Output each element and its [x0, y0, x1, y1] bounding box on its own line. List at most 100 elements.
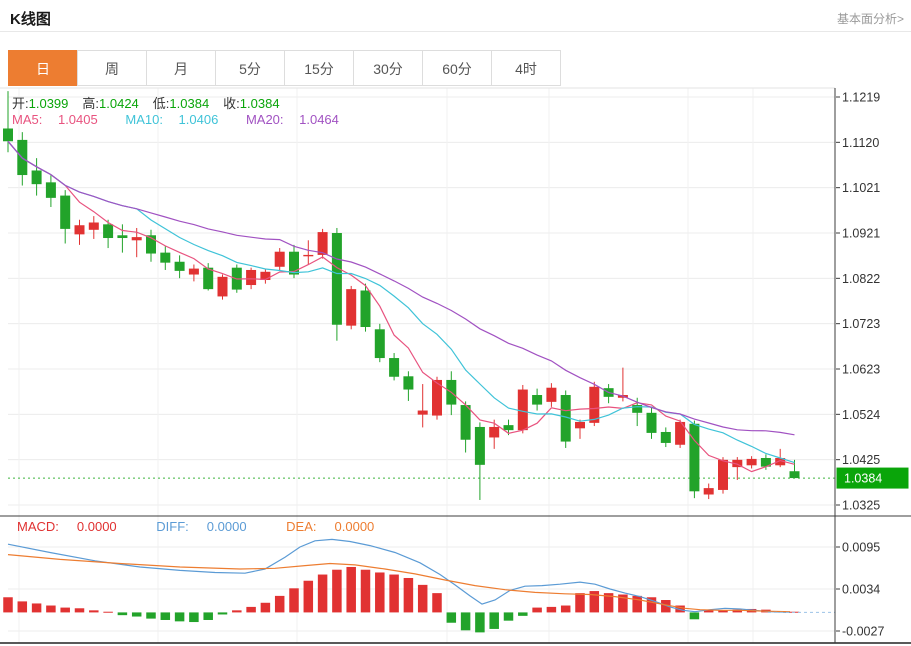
macd-bar	[161, 612, 171, 620]
macd-bar	[89, 610, 99, 612]
macd-bar	[461, 612, 471, 630]
candle-body	[418, 411, 428, 415]
candle-body	[275, 252, 285, 267]
y-axis-label: 1.1021	[842, 181, 880, 195]
candle-body	[489, 427, 499, 437]
candle-body	[518, 390, 528, 431]
macd-bar	[561, 606, 571, 613]
macd-bar	[504, 612, 514, 620]
macd-bar	[60, 608, 69, 613]
y-axis-label: 1.1120	[842, 136, 879, 150]
candle-body	[589, 387, 599, 423]
candle-body	[218, 277, 228, 297]
ohlc-legend: 开:1.0399高:1.0424低:1.0384收:1.0384	[12, 93, 294, 112]
close-value: 1.0384	[240, 96, 280, 111]
last-price-badge-text: 1.0384	[844, 472, 882, 486]
macd-bar	[547, 607, 557, 613]
macd-bar	[261, 603, 271, 613]
macd-value-legend: MACD:0.0000	[17, 519, 135, 534]
macd-bar	[375, 572, 385, 612]
macd-bar	[304, 581, 314, 613]
macd-bar	[318, 575, 328, 613]
macd-bar	[632, 596, 642, 613]
candle-body	[403, 376, 413, 389]
close-label: 收:	[223, 96, 240, 111]
macd-bar	[175, 612, 185, 621]
kline-panel: K线图 基本面分析> 日周月5分15分30分60分4时 1.12191.1120…	[0, 0, 911, 646]
candle-body	[75, 225, 85, 234]
candle-body	[3, 128, 13, 141]
macd-bar	[690, 612, 700, 619]
candle-body	[475, 427, 485, 465]
open-value: 1.0399	[29, 96, 69, 111]
candle-body	[389, 358, 399, 377]
candle-body	[160, 253, 170, 263]
macd-bar	[75, 608, 85, 612]
candle-body	[318, 232, 328, 255]
candle-body	[175, 262, 185, 271]
candle-body	[647, 413, 657, 433]
y-axis-label: -0.0027	[842, 625, 884, 639]
macd-bar	[146, 612, 156, 618]
macd-bar	[447, 612, 457, 622]
y-axis-label: 1.1219	[842, 91, 880, 105]
macd-legend: MACD:0.0000 DIFF:0.0000 DEA:0.0000	[17, 519, 410, 534]
candle-body	[332, 233, 342, 325]
macd-bar	[3, 597, 13, 612]
ma-legend: MA5: 1.0405 MA10: 1.0406 MA20: 1.0464	[12, 112, 363, 127]
candle-body	[546, 388, 556, 402]
ma10-legend: MA10: 1.0406	[125, 112, 230, 127]
dea-line	[8, 555, 790, 612]
y-axis-label: 1.0524	[842, 408, 880, 422]
macd-bar	[103, 612, 113, 613]
macd-bar	[575, 593, 585, 612]
candle-body	[203, 268, 213, 289]
candle-body	[303, 255, 313, 256]
macd-bar	[489, 612, 499, 629]
ma5-legend: MA5: 1.0405	[12, 112, 110, 127]
ma20-legend: MA20: 1.0464	[246, 112, 351, 127]
candle-body	[346, 289, 356, 326]
y-axis-label: 1.0921	[842, 227, 880, 241]
candle-body	[575, 422, 585, 428]
y-axis-label: 0.0095	[842, 541, 880, 555]
macd-bar	[332, 570, 342, 613]
y-axis-label: 0.0034	[842, 583, 880, 597]
macd-bar	[432, 593, 442, 612]
macd-bar	[275, 596, 285, 613]
candle-body	[790, 471, 800, 478]
low-label: 低:	[153, 96, 170, 111]
macd-bar	[118, 612, 128, 615]
diff-value-legend: DIFF:0.0000	[156, 519, 264, 534]
candle-body	[60, 196, 70, 229]
candle-body	[504, 425, 514, 430]
macd-bar	[404, 578, 414, 612]
dea-value-legend: DEA:0.0000	[286, 519, 392, 534]
candle-body	[89, 223, 99, 230]
candle-body	[375, 329, 385, 358]
y-axis-label: 1.0325	[842, 499, 880, 513]
candle-body	[747, 459, 757, 465]
macd-bar	[232, 610, 242, 612]
macd-bar	[218, 612, 228, 614]
macd-bar	[346, 567, 356, 612]
macd-bar	[203, 612, 213, 620]
macd-bar	[361, 570, 371, 613]
macd-bar	[389, 575, 399, 613]
diff-line	[8, 539, 790, 612]
macd-bar	[289, 588, 299, 612]
y-axis-label: 1.0623	[842, 363, 880, 377]
y-axis-label: 1.0425	[842, 453, 880, 467]
macd-bar	[32, 603, 41, 612]
candle-body	[103, 224, 113, 238]
macd-bar	[18, 601, 28, 612]
candle-body	[461, 405, 471, 440]
candle-body	[46, 182, 56, 198]
y-axis-label: 1.0723	[842, 317, 880, 331]
macd-bar	[132, 612, 142, 616]
candle-body	[718, 460, 728, 490]
high-label: 高:	[82, 96, 99, 111]
macd-bar	[475, 612, 485, 632]
candle-body	[661, 432, 671, 443]
candle-body	[132, 237, 142, 240]
